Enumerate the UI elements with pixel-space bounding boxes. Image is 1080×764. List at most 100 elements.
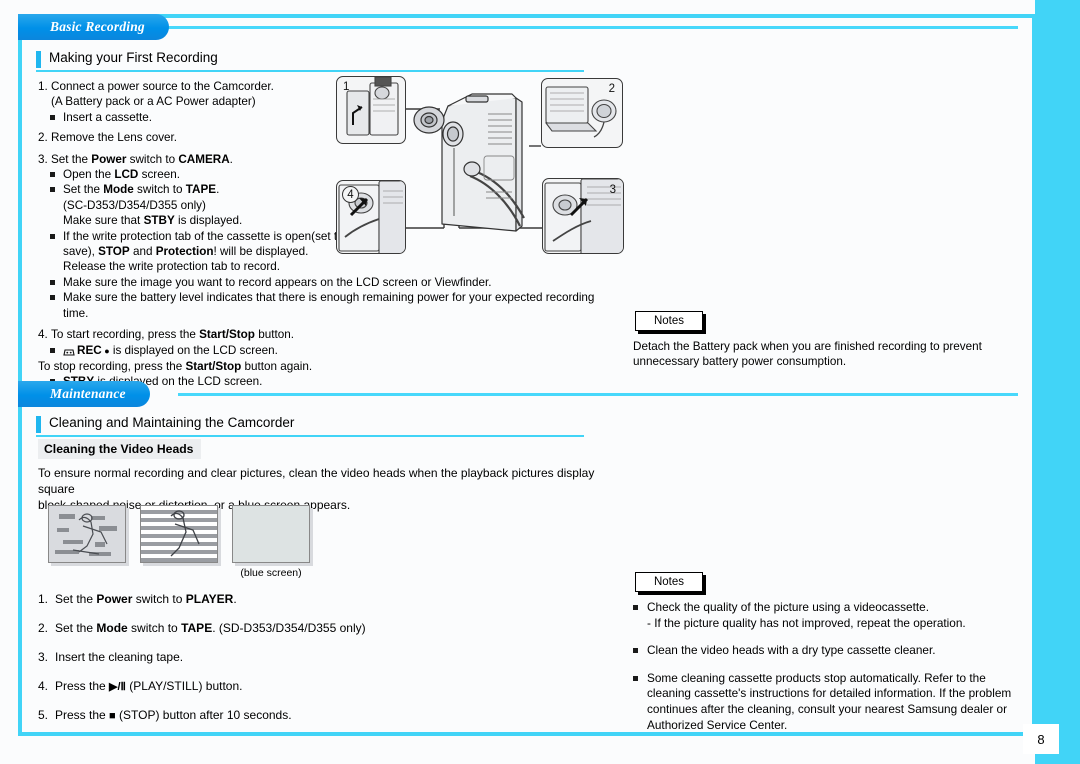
- b2-l3a: Make sure that: [63, 214, 144, 228]
- b2-bold-mode: Mode: [103, 183, 134, 197]
- maintenance-step-1-number: 1.: [38, 592, 49, 606]
- step-4-number: 4.: [38, 328, 48, 342]
- step-4: 4. To start recording, press the Start/S…: [38, 327, 628, 342]
- bullet-square-icon: [50, 295, 55, 301]
- notes-box-2-label: Notes: [635, 572, 703, 592]
- bullet-square-icon: [633, 605, 638, 610]
- step-3-number: 3.: [38, 152, 48, 166]
- step-3-text-a: Set the: [51, 152, 92, 166]
- step-4-a: To start recording, press the: [51, 328, 200, 342]
- stop-icon: ■: [109, 710, 116, 722]
- thumbnail-noise-picture: [48, 505, 126, 563]
- notes-2-item-3-line-4: Authorized Service Center.: [647, 717, 788, 732]
- section-heading-text: Making your First Recording: [49, 50, 218, 65]
- b1-bold-lcd: LCD: [114, 168, 139, 182]
- chapter-rule-line: [158, 26, 1018, 29]
- callout-box-3: 3: [542, 178, 624, 254]
- notes-1-label-text: Notes: [653, 315, 685, 327]
- section-heading-making-first-recording: Making your First Recording: [36, 50, 584, 72]
- maintenance-step-5-text: (STOP) button after 10 seconds.: [115, 708, 292, 722]
- step-2-number: 2.: [38, 131, 48, 145]
- notes-1-body: Detach the Battery pack when you are fin…: [633, 339, 1003, 370]
- maintenance-step-1-text: Set the: [55, 592, 97, 606]
- b2-a: Set the: [63, 183, 104, 197]
- maintenance-step-1: 1. Set the Power switch to PLAYER.: [38, 592, 458, 606]
- notes-2-item-3-line-2: cleaning cassette's instructions for det…: [647, 686, 1012, 701]
- notes-box-1-label: Notes: [635, 311, 703, 331]
- maintenance-step-2-number: 2.: [38, 621, 49, 635]
- maintenance-step-1-text: switch to: [132, 592, 186, 606]
- maintenance-step-4-text: Press the: [55, 679, 110, 693]
- chapter-pill: Basic Recording: [18, 14, 169, 40]
- maintenance-step-1-text: .: [233, 592, 237, 606]
- b5-l2: time.: [63, 306, 89, 320]
- stop-bold-startstop: Start/Stop: [185, 359, 242, 373]
- manual-page: Basic Recording Making your First Record…: [0, 0, 1080, 764]
- b3-l3: Release the write protection tab to reco…: [63, 260, 280, 274]
- step-3-bullet-battery-level: Make sure the battery level indicates th…: [50, 290, 628, 321]
- maintenance-step-5-number: 5.: [38, 708, 49, 722]
- chapter-banner-basic-recording: Basic Recording: [18, 14, 1018, 40]
- cassette-icon: [63, 346, 75, 356]
- bullet-square-icon: [50, 187, 55, 193]
- camcorder-setup-diagram: 1 2 4 3: [336, 76, 624, 254]
- maintenance-step-3: 3. Insert the cleaning tape.: [38, 650, 458, 664]
- callout-box-2: 2: [541, 78, 623, 148]
- b5-l1: Make sure the battery level indicates th…: [63, 291, 595, 305]
- chapter-title: Basic Recording: [50, 19, 145, 34]
- step-3-text-c: switch to: [126, 152, 179, 166]
- notes-2-item-3-line-3: continues after the cleaning, consult yo…: [647, 701, 1008, 716]
- callout-3-number: 3: [609, 184, 616, 196]
- step-4-bold-startstop: Start/Stop: [199, 328, 255, 342]
- stop-a: To stop recording, press the: [38, 359, 186, 373]
- b2-e: .: [216, 183, 220, 197]
- b3-bold-protection: Protection: [155, 245, 214, 259]
- notes-2-body: Check the quality of the picture using a…: [633, 600, 1013, 745]
- notes-2-item-3-line-1: Some cleaning cassette products stop aut…: [647, 670, 986, 685]
- stop-c: button again.: [241, 359, 313, 373]
- maintenance-step-2-text: Set the: [55, 621, 97, 635]
- step-3-bullet-viewfinder: Make sure the image you want to record a…: [50, 275, 628, 290]
- thumbnail-distortion-picture: [140, 505, 218, 563]
- step-1-text: Connect a power source to the Camcorder.: [51, 80, 274, 93]
- callout-1-number: 1: [343, 81, 350, 93]
- step-2-text: Remove the Lens cover.: [51, 131, 178, 145]
- maintenance-step-2: 2. Set the Mode switch to TAPE. (SD-D353/…: [38, 621, 458, 635]
- section-heading-text: Cleaning and Maintaining the Camcorder: [49, 415, 295, 430]
- b2-c: switch to: [133, 183, 186, 197]
- right-edge-accent-bar: [1035, 0, 1080, 764]
- section-underline: [36, 435, 584, 437]
- section-heading-cleaning-maintaining: Cleaning and Maintaining the Camcorder: [36, 415, 584, 437]
- notes-2-item-2-line-1: Clean the video heads with a dry type ca…: [647, 643, 936, 658]
- play-still-icon: ▶/Ⅱ: [109, 681, 126, 693]
- b2-bold-tape: TAPE: [185, 183, 217, 197]
- b1-c: screen.: [138, 168, 180, 182]
- notes-2-item-1-line-2: - If the picture quality has not improve…: [647, 615, 966, 630]
- notes-1-line-1: Detach the Battery pack when you are fin…: [633, 340, 982, 353]
- maintenance-step-1-text: PLAYER: [185, 592, 234, 606]
- page-number: 8: [1023, 724, 1059, 754]
- step-4-c: button.: [254, 328, 294, 342]
- b3-l1: If the write protection tab of the casse…: [63, 229, 344, 243]
- maintenance-intro-line-1: To ensure normal recording and clear pic…: [38, 466, 595, 496]
- callout-2-number: 2: [608, 83, 615, 95]
- maintenance-step-4-text: (PLAY/STILL) button.: [125, 679, 243, 693]
- rec-label: REC: [77, 343, 102, 357]
- maintenance-step-5-text: Press the: [55, 708, 110, 722]
- notes-2-label-text: Notes: [653, 576, 685, 588]
- b2-l3c: is displayed.: [174, 214, 243, 228]
- bullet-square-icon: [633, 648, 638, 654]
- callout-box-1: 1: [336, 76, 406, 144]
- callout-4-number: 4: [342, 186, 359, 203]
- bullet-square-icon: [50, 347, 55, 353]
- maintenance-step-2-text: switch to: [127, 621, 182, 635]
- section-underline: [36, 70, 584, 72]
- notes-2-item-3: Some cleaning cassette products stop aut…: [633, 671, 1013, 733]
- maintenance-step-4: 4. Press the ▶/Ⅱ (PLAY/STILL) button.: [38, 679, 458, 693]
- chapter-banner-maintenance: Maintenance: [18, 381, 1018, 407]
- section-tab-marker: [36, 51, 41, 68]
- stop-recording-line: To stop recording, press the Start/Stop …: [38, 359, 628, 374]
- thumbnail-blue-screen-caption: (blue screen): [240, 567, 302, 579]
- bullet-square-icon: [633, 675, 638, 681]
- section-tab-marker: [36, 416, 41, 433]
